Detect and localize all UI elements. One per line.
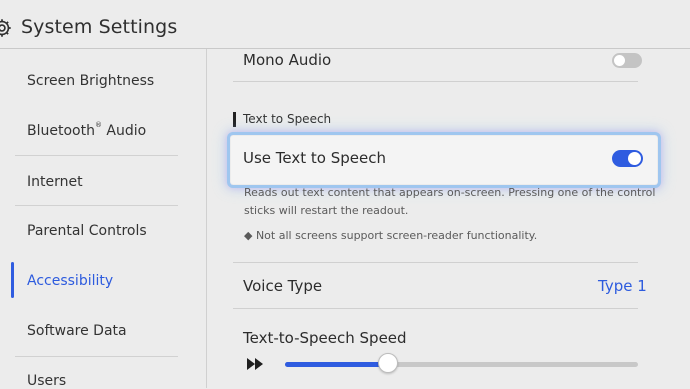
sidebar-item-screen-brightness[interactable]: Screen Brightness [27, 73, 154, 89]
title-bar: System Settings [0, 0, 690, 48]
sidebar-item-label: Bluetooth [27, 123, 95, 139]
divider [233, 308, 638, 309]
registered-mark: ® [94, 121, 102, 129]
voice-type-label: Voice Type [243, 277, 323, 295]
sidebar-item-accessibility[interactable]: Accessibility [27, 273, 113, 289]
sidebar-item-label: Internet [27, 174, 83, 190]
tts-speed-label: Text-to-Speech Speed [243, 329, 407, 347]
use-tts-label: Use Text to Speech [243, 149, 386, 167]
toggle-knob [628, 152, 641, 165]
sidebar-item-label: Users [27, 373, 67, 389]
sidebar-divider [15, 205, 178, 206]
toggle-knob [614, 55, 625, 66]
page-title: System Settings [21, 16, 178, 38]
sidebar-item-users[interactable]: Users [27, 373, 66, 389]
gear-icon [0, 19, 11, 37]
settings-panel: Mono Audio Text to Speech Use Text to Sp… [207, 49, 690, 388]
sidebar-divider [15, 356, 178, 357]
section-heading: Text to Speech [233, 112, 331, 127]
slider-fill [285, 362, 387, 367]
divider [233, 81, 638, 82]
sidebar-item-label: Software Data [27, 323, 127, 339]
sidebar-item-bluetooth-audio[interactable]: Bluetooth® Audio [27, 121, 147, 139]
note-text: ◆ Not all screens support screen-reader … [244, 229, 538, 242]
sidebar-item-label: Screen Brightness [27, 73, 155, 89]
sidebar-item-parental-controls[interactable]: Parental Controls [27, 223, 147, 239]
description-line-1: Reads out text content that appears on-s… [244, 186, 656, 199]
sidebar-item-label: Accessibility [27, 273, 114, 289]
sidebar-item-internet[interactable]: Internet [27, 174, 83, 190]
mono-audio-label: Mono Audio [243, 51, 332, 69]
mono-audio-toggle[interactable] [612, 53, 642, 68]
sidebar-item-software-data[interactable]: Software Data [27, 323, 127, 339]
sidebar-item-label-suffix: Audio [101, 123, 147, 139]
fast-forward-icon [247, 358, 263, 370]
sidebar: Screen Brightness Bluetooth® Audio Inter… [0, 49, 206, 389]
voice-type-value[interactable]: Type 1 [598, 277, 647, 295]
sidebar-item-label: Parental Controls [27, 223, 147, 239]
use-tts-toggle[interactable] [612, 150, 643, 167]
sidebar-divider [15, 155, 178, 156]
slider-handle[interactable] [378, 353, 398, 373]
divider [233, 262, 638, 263]
description-line-2: sticks will restart the readout. [244, 204, 409, 217]
active-indicator [11, 262, 14, 298]
tts-speed-slider[interactable] [285, 362, 638, 367]
